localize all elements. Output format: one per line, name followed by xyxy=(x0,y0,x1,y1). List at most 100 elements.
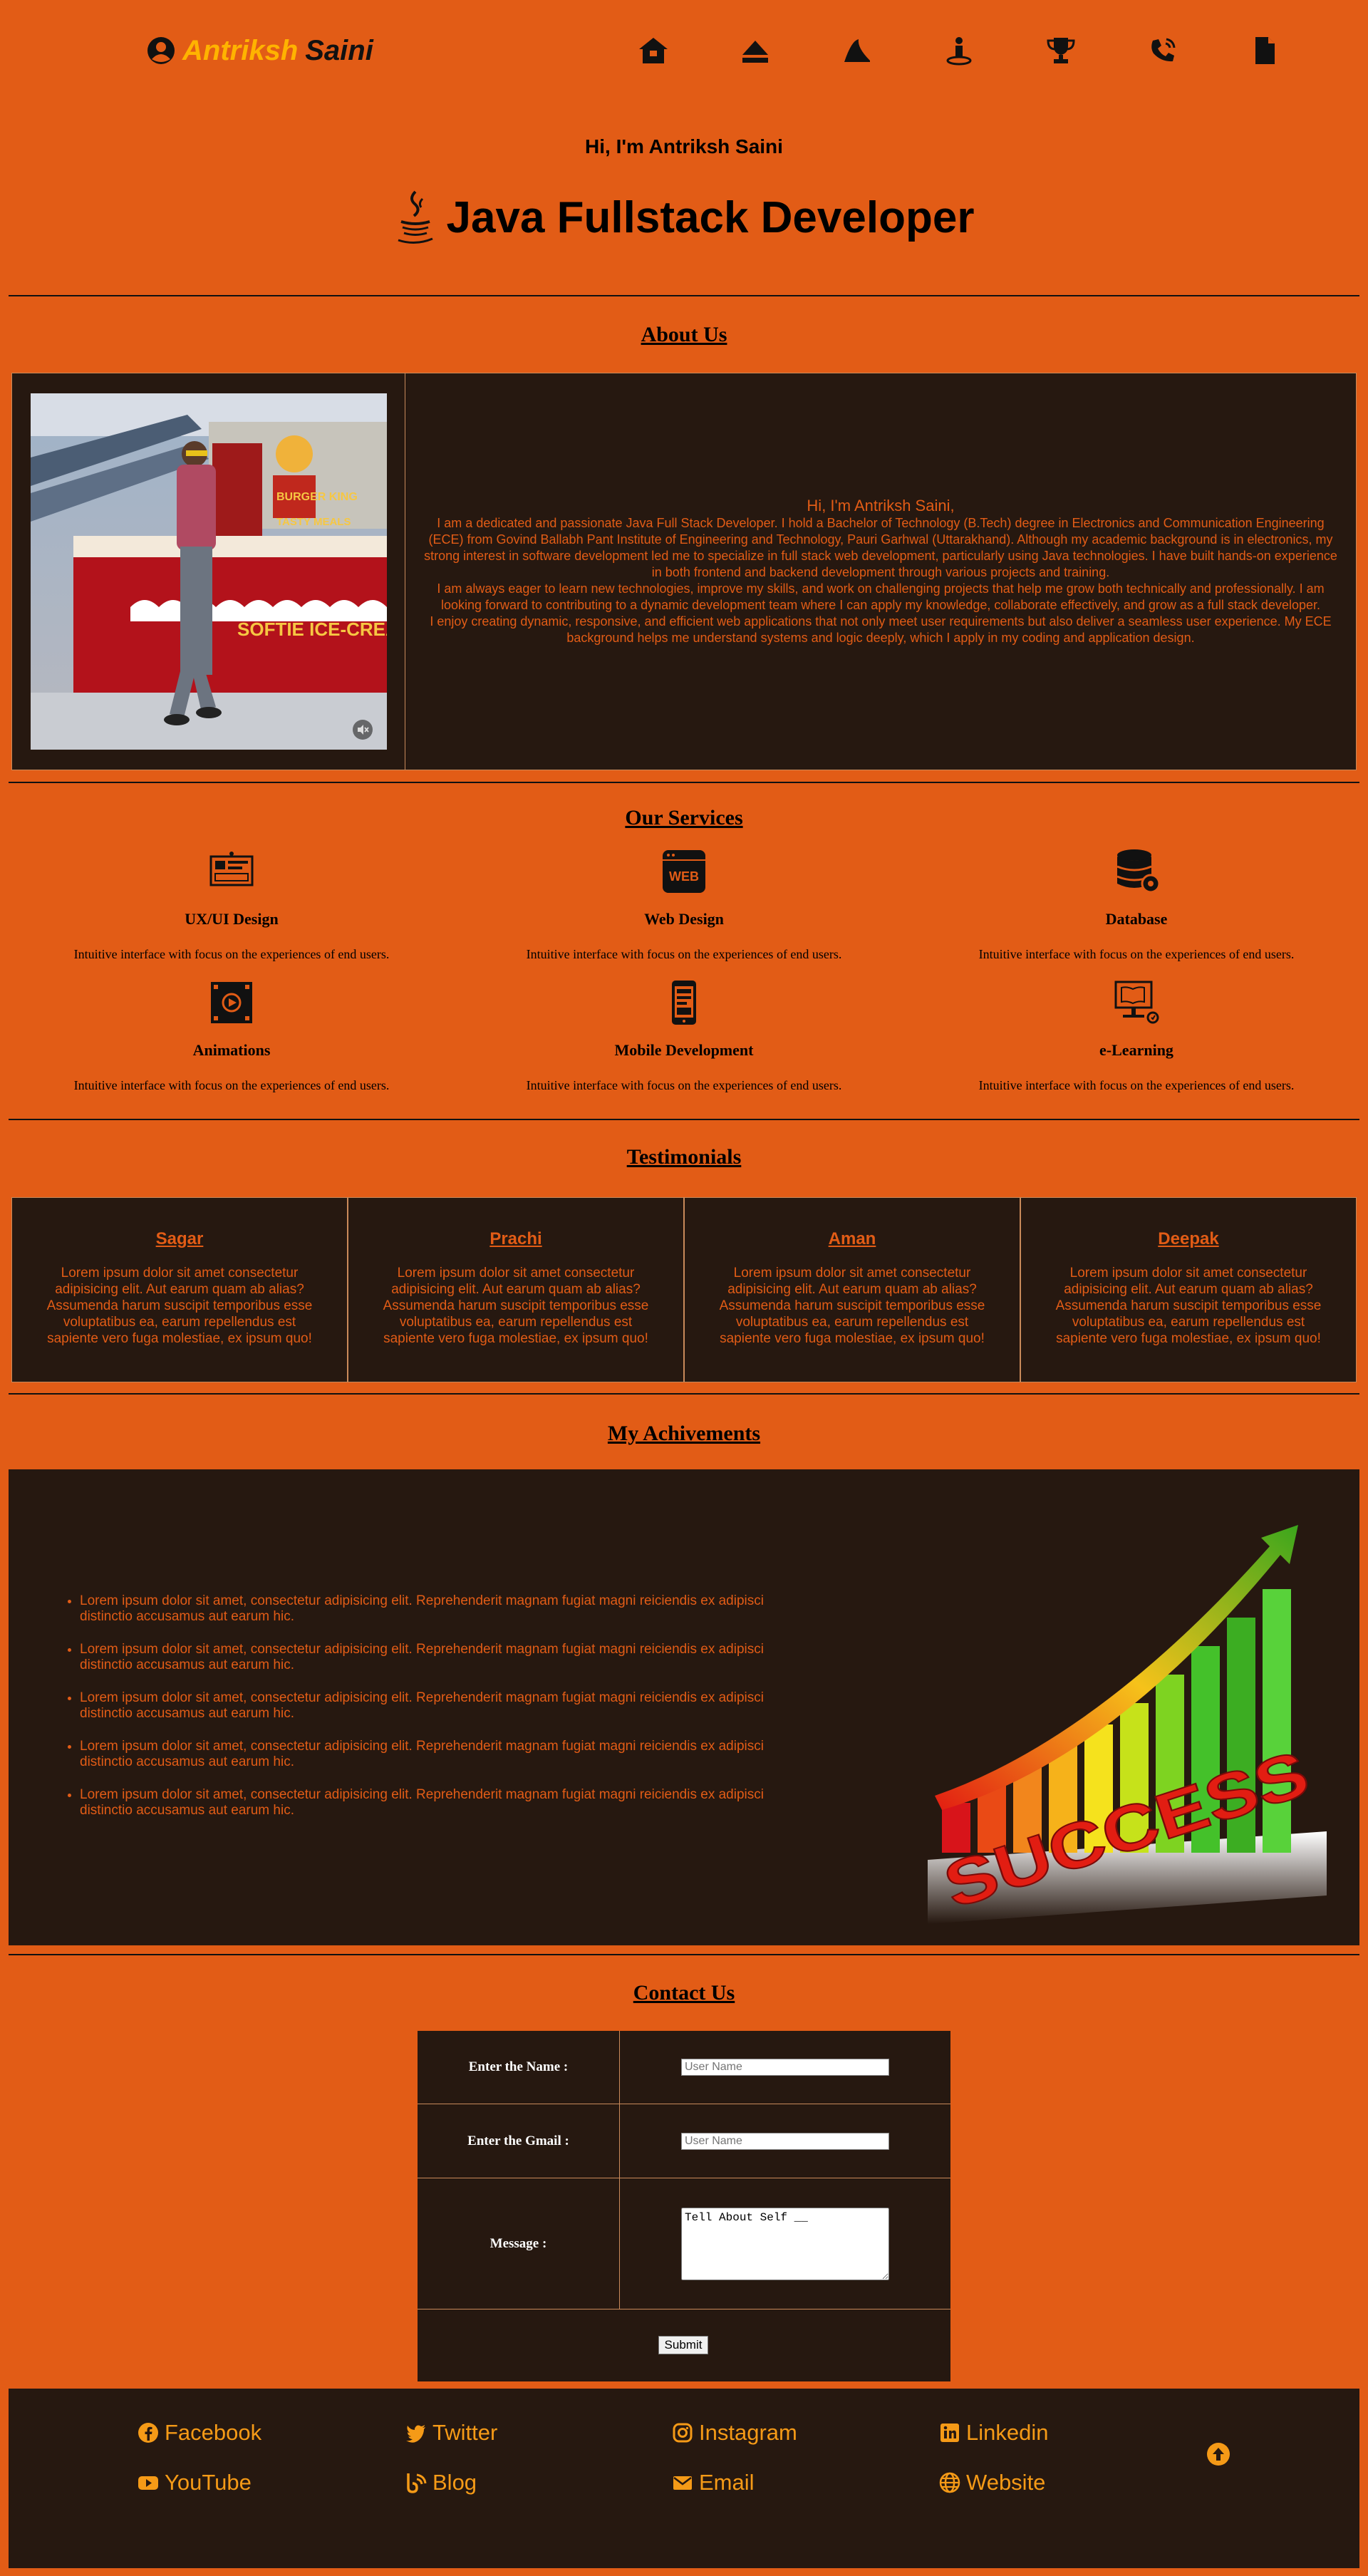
testimonial-name[interactable]: Prachi xyxy=(373,1229,659,1249)
gmail-input[interactable] xyxy=(681,2132,889,2150)
footer: Facebook Twitter Instagram Linkedin YouT… xyxy=(9,2389,1359,2568)
footer-link-label: Blog xyxy=(432,2470,477,2495)
testimonial-name[interactable]: Aman xyxy=(709,1229,995,1249)
web-icon: WEB xyxy=(663,850,705,893)
testimonial-name[interactable]: Sagar xyxy=(36,1229,323,1249)
achievement-item: Lorem ipsum dolor sit amet, consectetur … xyxy=(80,1787,814,1819)
testimonial-card: Sagar Lorem ipsum dolor sit amet consect… xyxy=(11,1197,348,1382)
testimonial-quote: Lorem ipsum dolor sit amet consectetur a… xyxy=(1055,1266,1322,1346)
about-paragraph-1: I am a dedicated and passionate Java Ful… xyxy=(424,516,1337,579)
footer-link-website[interactable]: Website xyxy=(939,2470,1045,2495)
service-desc: Intuitive interface with focus on the ex… xyxy=(978,947,1295,961)
footer-link-label: Facebook xyxy=(165,2420,262,2445)
service-desc: Intuitive interface with focus on the ex… xyxy=(73,947,390,961)
testimonials-title: Testimonials xyxy=(626,1145,742,1169)
footer-link-facebook[interactable]: Facebook xyxy=(138,2420,261,2446)
service-name: UX/UI Design xyxy=(185,910,279,928)
achievement-item: Lorem ipsum dolor sit amet, consectetur … xyxy=(80,1739,814,1770)
home-icon xyxy=(638,38,668,63)
about-photo-frame: BURGER KING TASTY MEALS SOFTIE ICE-CREAM xyxy=(12,373,405,770)
service-desc: Intuitive interface with focus on the ex… xyxy=(978,1078,1295,1092)
service-card: Animations Intuitive interface with focu… xyxy=(4,978,460,1093)
hero-role-text: Java Fullstack Developer xyxy=(446,192,975,242)
linkedin-icon xyxy=(940,2424,959,2442)
eject-icon xyxy=(742,41,768,63)
database-icon xyxy=(1116,849,1161,894)
web-badge-text: WEB xyxy=(669,869,699,884)
brand-last-name: Saini xyxy=(305,34,373,66)
youtube-icon xyxy=(138,2476,158,2490)
mute-icon[interactable] xyxy=(356,723,370,737)
divider xyxy=(9,1954,1359,1955)
divider xyxy=(9,1393,1359,1395)
message-label: Message : xyxy=(418,2178,620,2309)
user-circle-icon xyxy=(147,37,175,64)
nav-services-link[interactable] xyxy=(806,33,908,68)
nav-home-link[interactable] xyxy=(602,33,704,68)
animation-icon xyxy=(211,982,252,1023)
testimonial-quote: Lorem ipsum dolor sit amet consectetur a… xyxy=(383,1266,649,1346)
footer-link-email[interactable]: Email xyxy=(672,2470,755,2495)
about-paragraph-3: I enjoy creating dynamic, responsive, an… xyxy=(430,614,1332,645)
globe-icon xyxy=(939,2472,960,2493)
person-icon xyxy=(946,37,971,66)
service-name: Database xyxy=(1105,910,1168,928)
achievement-item: Lorem ipsum dolor sit amet, consectetur … xyxy=(80,1690,814,1722)
footer-link-label: Email xyxy=(699,2470,755,2495)
blog-icon xyxy=(407,2473,427,2493)
photo-counter-text: SOFTIE ICE-CREAM xyxy=(237,619,387,640)
achievements-section: Lorem ipsum dolor sit amet, consectetur … xyxy=(9,1469,1359,1945)
service-name: Animations xyxy=(192,1041,271,1059)
footer-link-instagram[interactable]: Instagram xyxy=(672,2420,797,2446)
profile-video[interactable]: BURGER KING TASTY MEALS SOFTIE ICE-CREAM xyxy=(30,393,387,750)
email-icon xyxy=(673,2476,692,2490)
about-greeting: Hi, I'm Antriksh Saini, xyxy=(807,497,955,514)
brand-logo[interactable]: Antriksh Saini xyxy=(147,33,373,68)
phone-icon xyxy=(1151,38,1175,62)
hero-role: Java Fullstack Developer xyxy=(0,189,1368,246)
divider xyxy=(9,782,1359,783)
service-card: Database Intuitive interface with focus … xyxy=(908,847,1364,962)
testimonial-name[interactable]: Deepak xyxy=(1045,1229,1332,1249)
service-name: e-Learning xyxy=(1099,1041,1173,1059)
nav-achievements-link[interactable] xyxy=(1010,33,1112,68)
nav-icons xyxy=(602,33,1315,68)
java-icon xyxy=(398,190,433,244)
mobile-icon xyxy=(672,981,696,1025)
name-label: Enter the Name : xyxy=(418,2031,620,2104)
achievements-list: Lorem ipsum dolor sit amet, consectetur … xyxy=(80,1593,814,1836)
footer-link-linkedin[interactable]: Linkedin xyxy=(939,2420,1048,2446)
achievements-title: My Achivements xyxy=(607,1422,761,1445)
message-row: Message : Tell About Self __ xyxy=(418,2178,950,2309)
nav-contact-link[interactable] xyxy=(1112,33,1213,68)
profile-photo-art: BURGER KING TASTY MEALS SOFTIE ICE-CREAM xyxy=(30,393,387,750)
shark-fin-icon xyxy=(844,39,870,62)
brand-first-name: Antriksh xyxy=(182,34,299,66)
facebook-icon xyxy=(138,2423,158,2443)
nav-resume-link[interactable] xyxy=(1213,33,1315,68)
nav-testimonials-link[interactable] xyxy=(908,33,1010,68)
instagram-icon xyxy=(673,2423,693,2443)
footer-link-label: Website xyxy=(966,2470,1046,2495)
achievement-item: Lorem ipsum dolor sit amet, consectetur … xyxy=(80,1593,814,1625)
photo-sign-top: BURGER KING xyxy=(276,491,358,503)
service-card: UX/UI Design Intuitive interface with fo… xyxy=(4,847,460,962)
name-input[interactable] xyxy=(681,2059,889,2076)
service-name: Web Design xyxy=(644,910,724,928)
success-chart-image: SUCCESS xyxy=(928,1525,1327,1924)
footer-link-youtube[interactable]: YouTube xyxy=(138,2470,252,2495)
gmail-label: Enter the Gmail : xyxy=(418,2104,620,2178)
testimonials-section: Sagar Lorem ipsum dolor sit amet consect… xyxy=(11,1197,1357,1382)
submit-button[interactable]: Submit xyxy=(658,2336,708,2354)
hero-greeting: Hi, I'm Antriksh Saini xyxy=(585,135,783,157)
divider xyxy=(9,1119,1359,1120)
nav-about-link[interactable] xyxy=(704,33,806,68)
footer-link-blog[interactable]: Blog xyxy=(405,2470,477,2495)
ux-design-icon xyxy=(209,852,254,886)
message-textarea[interactable]: Tell About Self __ xyxy=(681,2207,889,2280)
footer-link-twitter[interactable]: Twitter xyxy=(405,2420,497,2446)
file-icon xyxy=(1255,37,1275,64)
photo-sign-mid: TASTY MEALS xyxy=(276,516,351,528)
arrow-up-circle-icon[interactable] xyxy=(1206,2441,1231,2467)
footer-link-label: Twitter xyxy=(432,2420,498,2445)
